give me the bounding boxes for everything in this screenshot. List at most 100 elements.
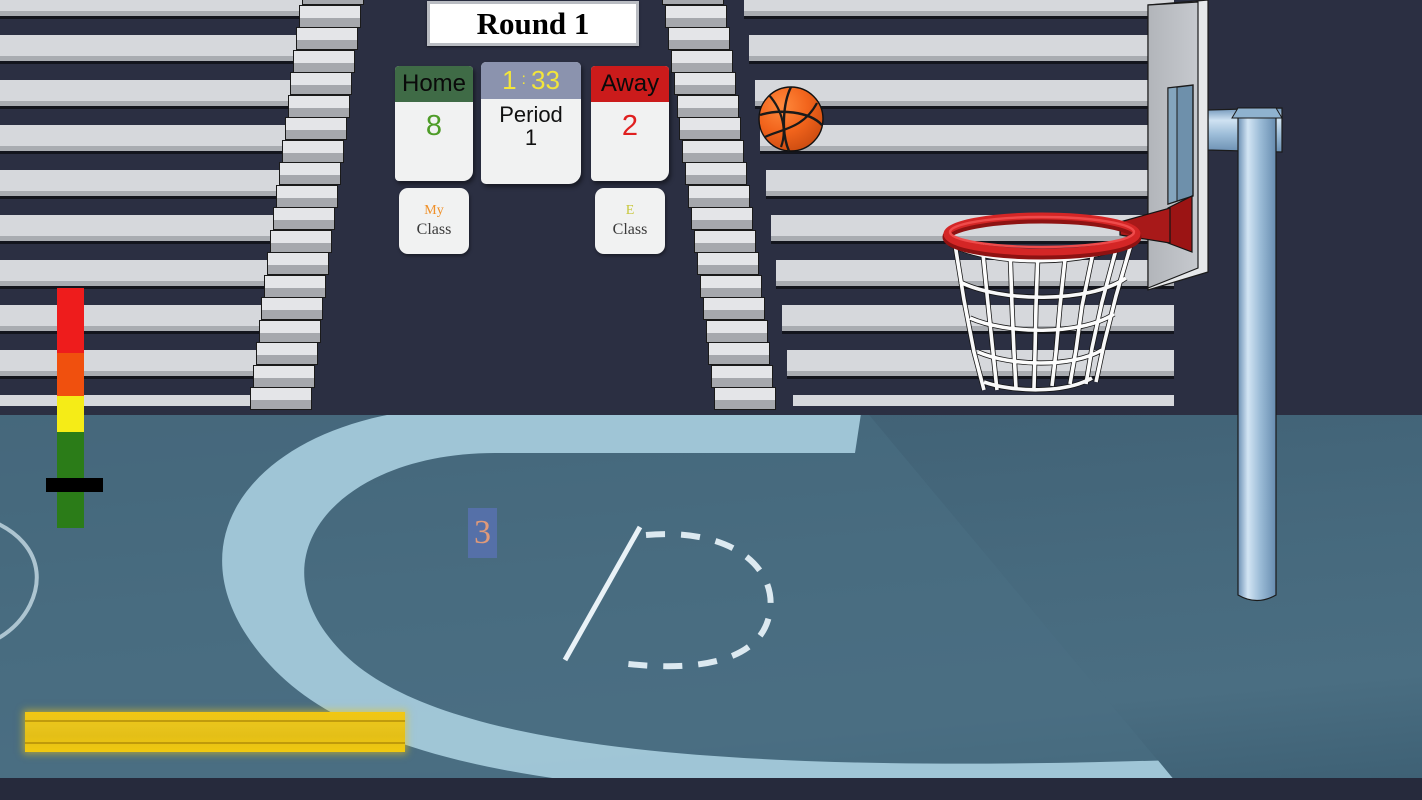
stair-tread bbox=[706, 332, 767, 342]
power-meter-indicator[interactable] bbox=[46, 477, 103, 492]
stair-tread bbox=[250, 400, 311, 409]
stair-step bbox=[270, 229, 333, 253]
stair-step bbox=[252, 364, 315, 388]
stair-step bbox=[264, 274, 327, 298]
stair-step bbox=[711, 364, 774, 388]
stair-tread bbox=[288, 107, 349, 117]
three-point-badge: 3 bbox=[468, 508, 497, 558]
clock-minutes: 1 bbox=[502, 65, 517, 95]
home-class-tag: My bbox=[424, 203, 444, 219]
clock-seconds: 33 bbox=[531, 65, 560, 95]
stair-tread bbox=[712, 377, 773, 387]
stair-step bbox=[699, 274, 762, 298]
home-class-card[interactable]: My Class bbox=[399, 188, 469, 254]
stair-tread bbox=[697, 265, 758, 274]
stair-tread bbox=[282, 152, 343, 162]
stair-tread bbox=[253, 377, 314, 387]
stair-step bbox=[702, 297, 765, 320]
stair-tread bbox=[276, 197, 337, 207]
stair-step bbox=[296, 27, 359, 50]
away-team-score: 2 bbox=[621, 110, 639, 142]
stair-tread bbox=[274, 220, 334, 229]
shot-power-bar[interactable] bbox=[25, 712, 405, 752]
game-clock: 1 : 33 bbox=[481, 62, 581, 99]
power-meter-segment-red bbox=[57, 288, 84, 353]
power-meter-segment-yellow bbox=[57, 396, 84, 432]
stair-step bbox=[714, 387, 777, 410]
stair-tread bbox=[686, 175, 747, 184]
away-team-card[interactable]: Away 2 bbox=[591, 66, 669, 181]
home-class-sub: Class bbox=[416, 220, 452, 238]
stair-step bbox=[273, 207, 335, 230]
stair-step bbox=[284, 117, 347, 140]
stair-tread bbox=[300, 17, 361, 27]
stair-step bbox=[261, 297, 324, 320]
stair-step bbox=[696, 252, 759, 275]
stair-step bbox=[705, 319, 768, 343]
home-team-name: Home bbox=[395, 66, 473, 102]
stair-tread bbox=[265, 287, 326, 297]
stair-step bbox=[278, 162, 341, 185]
stair-step bbox=[667, 27, 730, 50]
stair-tread bbox=[297, 40, 358, 49]
stair-step bbox=[293, 49, 356, 73]
game-timer-card[interactable]: 1 : 33 Period 1 bbox=[481, 62, 581, 184]
power-meter[interactable] bbox=[46, 288, 103, 528]
stair-tread bbox=[683, 152, 744, 162]
stair-tread bbox=[689, 197, 750, 207]
away-class-sub: Class bbox=[612, 220, 648, 238]
stair-step bbox=[662, 0, 724, 5]
hoop-assembly bbox=[930, 0, 1310, 620]
stair-tread bbox=[256, 355, 317, 364]
stair-step bbox=[302, 0, 364, 5]
stair-step bbox=[708, 342, 771, 365]
stair-tread bbox=[262, 310, 323, 319]
stair-step bbox=[299, 4, 362, 28]
home-team-card[interactable]: Home 8 bbox=[395, 66, 473, 181]
stair-tread bbox=[674, 85, 735, 94]
stair-tread bbox=[703, 310, 764, 319]
stair-tread bbox=[294, 62, 355, 72]
stair-tread bbox=[700, 287, 761, 297]
away-class-card[interactable]: E Class bbox=[595, 188, 665, 254]
hoop-pole bbox=[1207, 107, 1283, 602]
stair-step bbox=[281, 139, 344, 163]
stair-tread bbox=[694, 242, 755, 252]
stair-step bbox=[290, 72, 353, 95]
stair-tread bbox=[285, 130, 346, 139]
stair-step bbox=[287, 94, 350, 118]
three-point-badge-label: 3 bbox=[474, 514, 491, 551]
stair-tread bbox=[665, 17, 726, 27]
stair-step bbox=[275, 184, 338, 208]
stair-tread bbox=[709, 355, 770, 364]
home-team-score: 8 bbox=[425, 110, 443, 142]
stair-step bbox=[670, 49, 733, 73]
stair-tread bbox=[271, 242, 332, 252]
stair-tread bbox=[680, 130, 741, 139]
round-panel: Round 1 bbox=[427, 1, 639, 46]
stair-tread bbox=[715, 400, 776, 409]
stair-step bbox=[688, 184, 751, 208]
stair-step bbox=[249, 387, 312, 410]
clock-separator: : bbox=[521, 70, 526, 88]
away-team-name: Away bbox=[591, 66, 669, 102]
stair-step bbox=[679, 117, 742, 140]
stair-step bbox=[676, 94, 739, 118]
period-number: 1 bbox=[524, 125, 538, 151]
stair-tread bbox=[663, 0, 723, 4]
stair-tread bbox=[291, 85, 352, 94]
court-edge-strip bbox=[0, 778, 1422, 800]
stair-step bbox=[258, 319, 321, 343]
stair-step bbox=[691, 207, 753, 230]
basketball[interactable] bbox=[757, 85, 825, 153]
stair-tread bbox=[259, 332, 320, 342]
hoop-rim bbox=[942, 212, 1142, 260]
stair-tread bbox=[671, 62, 732, 72]
stair-tread bbox=[668, 40, 729, 49]
stair-step bbox=[693, 229, 756, 253]
stair-step bbox=[682, 139, 745, 163]
stair-step bbox=[267, 252, 330, 275]
staircase-left bbox=[236, 0, 366, 412]
stair-tread bbox=[677, 107, 738, 117]
round-label: Round 1 bbox=[476, 5, 590, 41]
